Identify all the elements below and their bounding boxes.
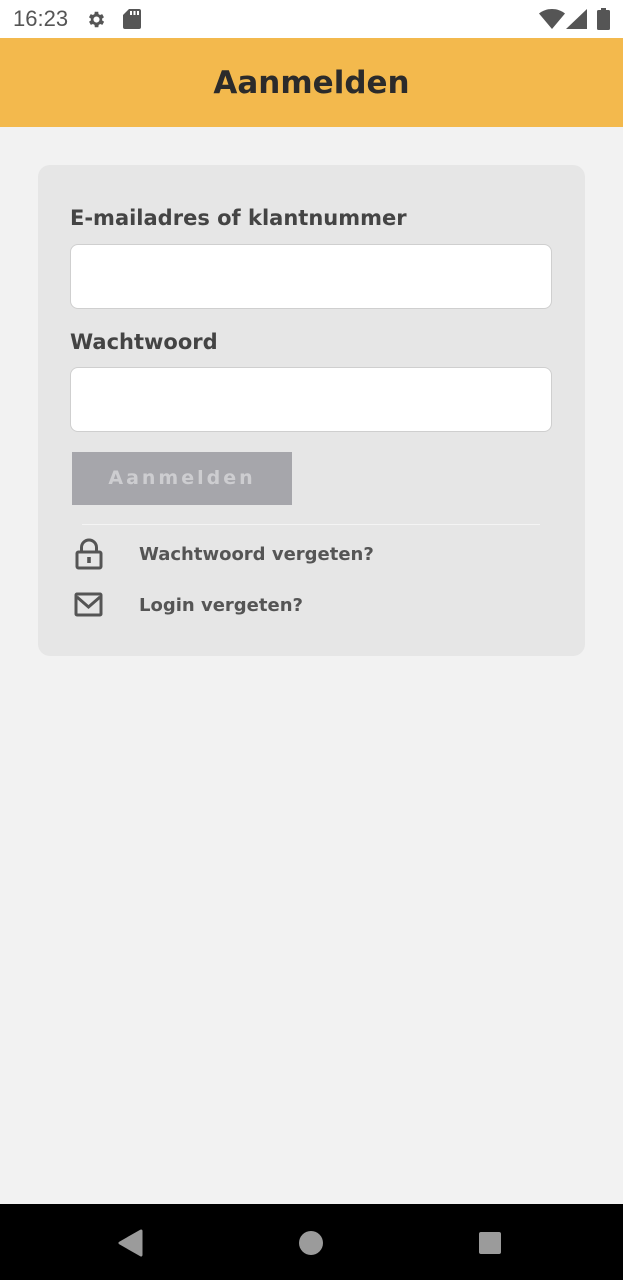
page-title: Aanmelden bbox=[213, 65, 410, 101]
email-label: E-mailadres of klantnummer bbox=[70, 206, 407, 230]
status-time: 16:23 bbox=[13, 6, 69, 31]
password-field[interactable] bbox=[70, 367, 552, 432]
app-header: Aanmelden bbox=[0, 38, 623, 127]
back-icon[interactable] bbox=[117, 1229, 143, 1257]
forgot-login-label: Login vergeten? bbox=[139, 595, 303, 616]
mail-icon bbox=[74, 592, 103, 617]
email-field[interactable] bbox=[70, 244, 552, 309]
wifi-icon bbox=[539, 9, 565, 29]
status-bar: 16:23 bbox=[0, 0, 623, 38]
sd-card-icon bbox=[123, 9, 141, 29]
login-card: E-mailadres of klantnummer Wachtwoord Aa… bbox=[38, 165, 585, 656]
divider bbox=[82, 524, 540, 525]
lock-icon bbox=[75, 538, 103, 570]
battery-icon bbox=[597, 8, 610, 30]
forgot-login-link[interactable]: Login vergeten? bbox=[74, 589, 544, 623]
navigation-bar bbox=[0, 1204, 623, 1280]
signal-icon bbox=[566, 9, 587, 29]
login-button[interactable]: Aanmelden bbox=[72, 452, 292, 505]
forgot-password-label: Wachtwoord vergeten? bbox=[139, 544, 374, 565]
forgot-password-link[interactable]: Wachtwoord vergeten? bbox=[74, 538, 544, 572]
gear-icon bbox=[88, 11, 105, 28]
home-icon[interactable] bbox=[298, 1230, 324, 1256]
recents-icon[interactable] bbox=[478, 1231, 502, 1255]
password-label: Wachtwoord bbox=[70, 330, 218, 354]
